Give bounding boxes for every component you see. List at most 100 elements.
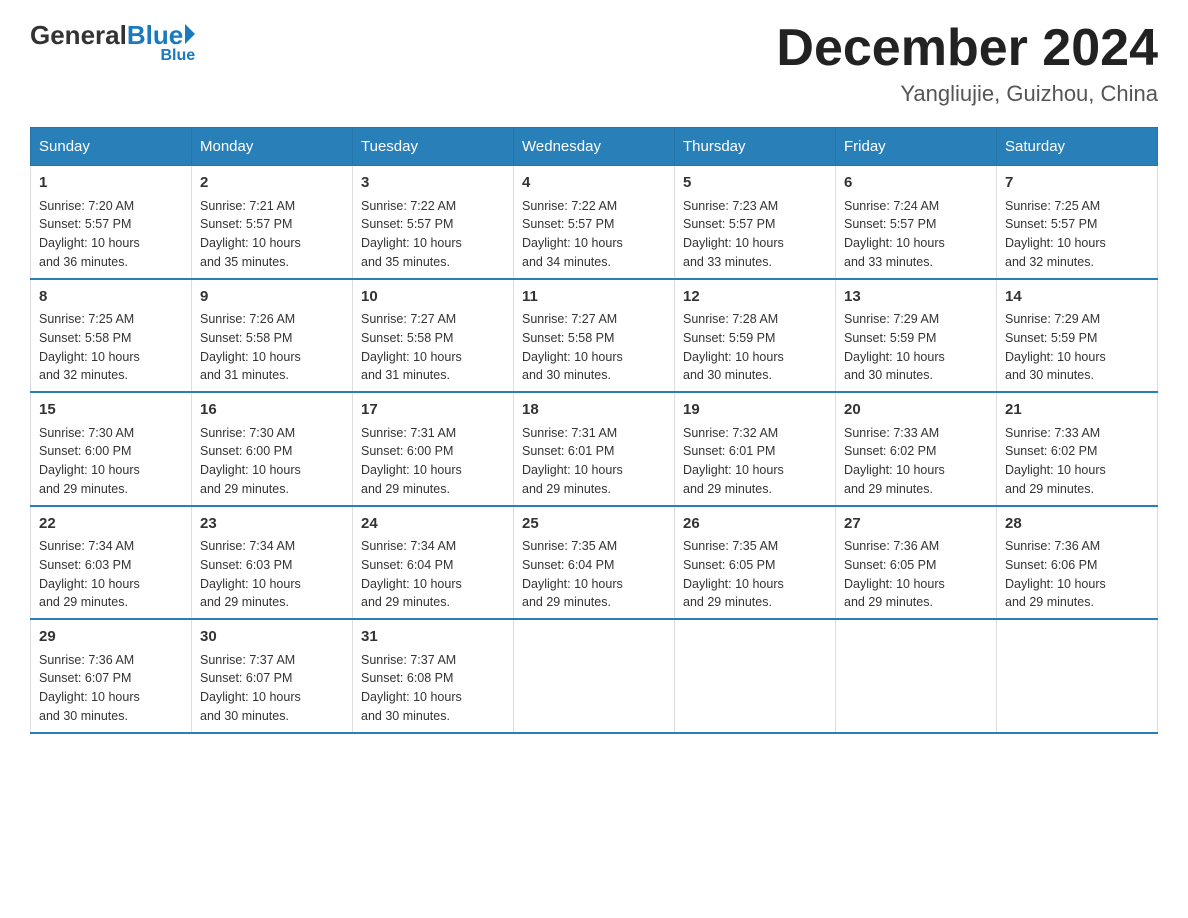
day-number: 18 (522, 399, 666, 422)
day-number: 14 (1005, 286, 1149, 309)
month-title: December 2024 (776, 20, 1158, 77)
calendar-cell: 11Sunrise: 7:27 AMSunset: 5:58 PMDayligh… (514, 279, 675, 393)
calendar-cell: 29Sunrise: 7:36 AMSunset: 6:07 PMDayligh… (31, 619, 192, 733)
day-number: 3 (361, 172, 505, 195)
calendar-cell: 19Sunrise: 7:32 AMSunset: 6:01 PMDayligh… (675, 392, 836, 506)
day-number: 11 (522, 286, 666, 309)
calendar-cell: 26Sunrise: 7:35 AMSunset: 6:05 PMDayligh… (675, 506, 836, 620)
day-info: Sunrise: 7:34 AMSunset: 6:04 PMDaylight:… (361, 537, 505, 612)
day-info: Sunrise: 7:32 AMSunset: 6:01 PMDaylight:… (683, 424, 827, 499)
day-number: 17 (361, 399, 505, 422)
logo-general-text: General (30, 20, 127, 51)
day-number: 30 (200, 626, 344, 649)
calendar-cell: 10Sunrise: 7:27 AMSunset: 5:58 PMDayligh… (353, 279, 514, 393)
day-info: Sunrise: 7:29 AMSunset: 5:59 PMDaylight:… (1005, 310, 1149, 385)
calendar-cell: 6Sunrise: 7:24 AMSunset: 5:57 PMDaylight… (836, 166, 997, 279)
day-info: Sunrise: 7:34 AMSunset: 6:03 PMDaylight:… (200, 537, 344, 612)
day-number: 25 (522, 513, 666, 536)
logo: General Blue Blue (30, 20, 195, 65)
calendar-week-row: 8Sunrise: 7:25 AMSunset: 5:58 PMDaylight… (31, 279, 1158, 393)
day-info: Sunrise: 7:22 AMSunset: 5:57 PMDaylight:… (361, 197, 505, 272)
day-number: 6 (844, 172, 988, 195)
day-info: Sunrise: 7:30 AMSunset: 6:00 PMDaylight:… (39, 424, 183, 499)
calendar-week-row: 15Sunrise: 7:30 AMSunset: 6:00 PMDayligh… (31, 392, 1158, 506)
calendar-cell: 8Sunrise: 7:25 AMSunset: 5:58 PMDaylight… (31, 279, 192, 393)
day-info: Sunrise: 7:37 AMSunset: 6:08 PMDaylight:… (361, 651, 505, 726)
day-number: 8 (39, 286, 183, 309)
day-number: 24 (361, 513, 505, 536)
logo-arrow-icon (185, 24, 195, 44)
day-number: 15 (39, 399, 183, 422)
calendar-cell (675, 619, 836, 733)
day-info: Sunrise: 7:23 AMSunset: 5:57 PMDaylight:… (683, 197, 827, 272)
calendar-header-row: SundayMondayTuesdayWednesdayThursdayFrid… (31, 128, 1158, 166)
day-info: Sunrise: 7:22 AMSunset: 5:57 PMDaylight:… (522, 197, 666, 272)
calendar-cell: 9Sunrise: 7:26 AMSunset: 5:58 PMDaylight… (192, 279, 353, 393)
day-number: 12 (683, 286, 827, 309)
header-saturday: Saturday (997, 128, 1158, 166)
calendar-cell: 14Sunrise: 7:29 AMSunset: 5:59 PMDayligh… (997, 279, 1158, 393)
header-friday: Friday (836, 128, 997, 166)
day-info: Sunrise: 7:36 AMSunset: 6:06 PMDaylight:… (1005, 537, 1149, 612)
day-number: 10 (361, 286, 505, 309)
day-info: Sunrise: 7:29 AMSunset: 5:59 PMDaylight:… (844, 310, 988, 385)
day-number: 22 (39, 513, 183, 536)
day-info: Sunrise: 7:33 AMSunset: 6:02 PMDaylight:… (844, 424, 988, 499)
calendar-week-row: 1Sunrise: 7:20 AMSunset: 5:57 PMDaylight… (31, 166, 1158, 279)
location-subtitle: Yangliujie, Guizhou, China (776, 81, 1158, 107)
calendar-table: SundayMondayTuesdayWednesdayThursdayFrid… (30, 127, 1158, 734)
header-wednesday: Wednesday (514, 128, 675, 166)
day-number: 28 (1005, 513, 1149, 536)
calendar-cell: 17Sunrise: 7:31 AMSunset: 6:00 PMDayligh… (353, 392, 514, 506)
day-info: Sunrise: 7:37 AMSunset: 6:07 PMDaylight:… (200, 651, 344, 726)
calendar-cell: 16Sunrise: 7:30 AMSunset: 6:00 PMDayligh… (192, 392, 353, 506)
calendar-cell: 28Sunrise: 7:36 AMSunset: 6:06 PMDayligh… (997, 506, 1158, 620)
calendar-cell: 3Sunrise: 7:22 AMSunset: 5:57 PMDaylight… (353, 166, 514, 279)
calendar-cell: 5Sunrise: 7:23 AMSunset: 5:57 PMDaylight… (675, 166, 836, 279)
calendar-cell: 1Sunrise: 7:20 AMSunset: 5:57 PMDaylight… (31, 166, 192, 279)
calendar-cell: 30Sunrise: 7:37 AMSunset: 6:07 PMDayligh… (192, 619, 353, 733)
day-number: 16 (200, 399, 344, 422)
day-info: Sunrise: 7:27 AMSunset: 5:58 PMDaylight:… (522, 310, 666, 385)
day-info: Sunrise: 7:35 AMSunset: 6:04 PMDaylight:… (522, 537, 666, 612)
page-header: General Blue Blue December 2024 Yangliuj… (30, 20, 1158, 107)
calendar-cell: 23Sunrise: 7:34 AMSunset: 6:03 PMDayligh… (192, 506, 353, 620)
calendar-cell: 15Sunrise: 7:30 AMSunset: 6:00 PMDayligh… (31, 392, 192, 506)
logo-underline: Blue (161, 47, 196, 65)
header-tuesday: Tuesday (353, 128, 514, 166)
day-number: 21 (1005, 399, 1149, 422)
header-thursday: Thursday (675, 128, 836, 166)
header-monday: Monday (192, 128, 353, 166)
day-info: Sunrise: 7:20 AMSunset: 5:57 PMDaylight:… (39, 197, 183, 272)
day-number: 7 (1005, 172, 1149, 195)
day-info: Sunrise: 7:36 AMSunset: 6:05 PMDaylight:… (844, 537, 988, 612)
calendar-cell: 4Sunrise: 7:22 AMSunset: 5:57 PMDaylight… (514, 166, 675, 279)
day-number: 1 (39, 172, 183, 195)
calendar-week-row: 29Sunrise: 7:36 AMSunset: 6:07 PMDayligh… (31, 619, 1158, 733)
day-number: 23 (200, 513, 344, 536)
calendar-cell (514, 619, 675, 733)
header-sunday: Sunday (31, 128, 192, 166)
calendar-cell (997, 619, 1158, 733)
day-number: 19 (683, 399, 827, 422)
day-number: 9 (200, 286, 344, 309)
day-info: Sunrise: 7:27 AMSunset: 5:58 PMDaylight:… (361, 310, 505, 385)
day-info: Sunrise: 7:28 AMSunset: 5:59 PMDaylight:… (683, 310, 827, 385)
calendar-cell: 24Sunrise: 7:34 AMSunset: 6:04 PMDayligh… (353, 506, 514, 620)
calendar-cell: 20Sunrise: 7:33 AMSunset: 6:02 PMDayligh… (836, 392, 997, 506)
calendar-cell: 25Sunrise: 7:35 AMSunset: 6:04 PMDayligh… (514, 506, 675, 620)
day-info: Sunrise: 7:21 AMSunset: 5:57 PMDaylight:… (200, 197, 344, 272)
day-number: 4 (522, 172, 666, 195)
day-number: 26 (683, 513, 827, 536)
calendar-cell: 7Sunrise: 7:25 AMSunset: 5:57 PMDaylight… (997, 166, 1158, 279)
day-info: Sunrise: 7:31 AMSunset: 6:00 PMDaylight:… (361, 424, 505, 499)
day-info: Sunrise: 7:24 AMSunset: 5:57 PMDaylight:… (844, 197, 988, 272)
calendar-cell: 13Sunrise: 7:29 AMSunset: 5:59 PMDayligh… (836, 279, 997, 393)
day-info: Sunrise: 7:30 AMSunset: 6:00 PMDaylight:… (200, 424, 344, 499)
calendar-cell: 27Sunrise: 7:36 AMSunset: 6:05 PMDayligh… (836, 506, 997, 620)
calendar-cell: 12Sunrise: 7:28 AMSunset: 5:59 PMDayligh… (675, 279, 836, 393)
day-number: 29 (39, 626, 183, 649)
day-info: Sunrise: 7:25 AMSunset: 5:57 PMDaylight:… (1005, 197, 1149, 272)
calendar-cell (836, 619, 997, 733)
calendar-cell: 22Sunrise: 7:34 AMSunset: 6:03 PMDayligh… (31, 506, 192, 620)
